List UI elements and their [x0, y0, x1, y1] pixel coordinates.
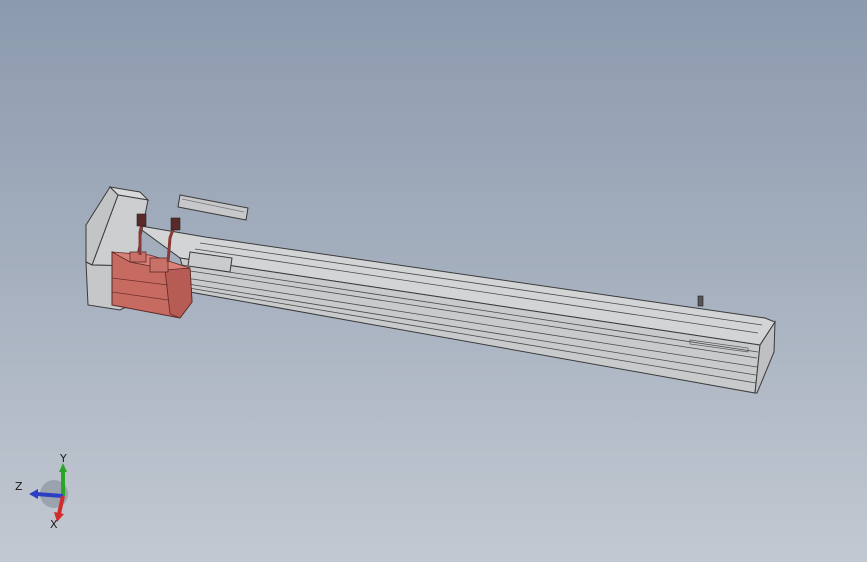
x-axis-label: X: [50, 518, 58, 531]
rear-mount-plate: [177, 194, 249, 221]
z-axis-arrow: [35, 492, 64, 498]
y-axis-label: Y: [59, 452, 67, 465]
z-axis-label: Z: [15, 480, 23, 493]
z-axis-head: [29, 489, 38, 499]
connector-1: [136, 213, 147, 227]
sensor-knob: [697, 295, 704, 307]
orientation-triad: Y Z X: [15, 452, 68, 531]
3d-model-view[interactable]: [0, 0, 867, 562]
connector-2: [170, 217, 181, 231]
graphics-viewport[interactable]: Y Z X: [0, 0, 867, 562]
